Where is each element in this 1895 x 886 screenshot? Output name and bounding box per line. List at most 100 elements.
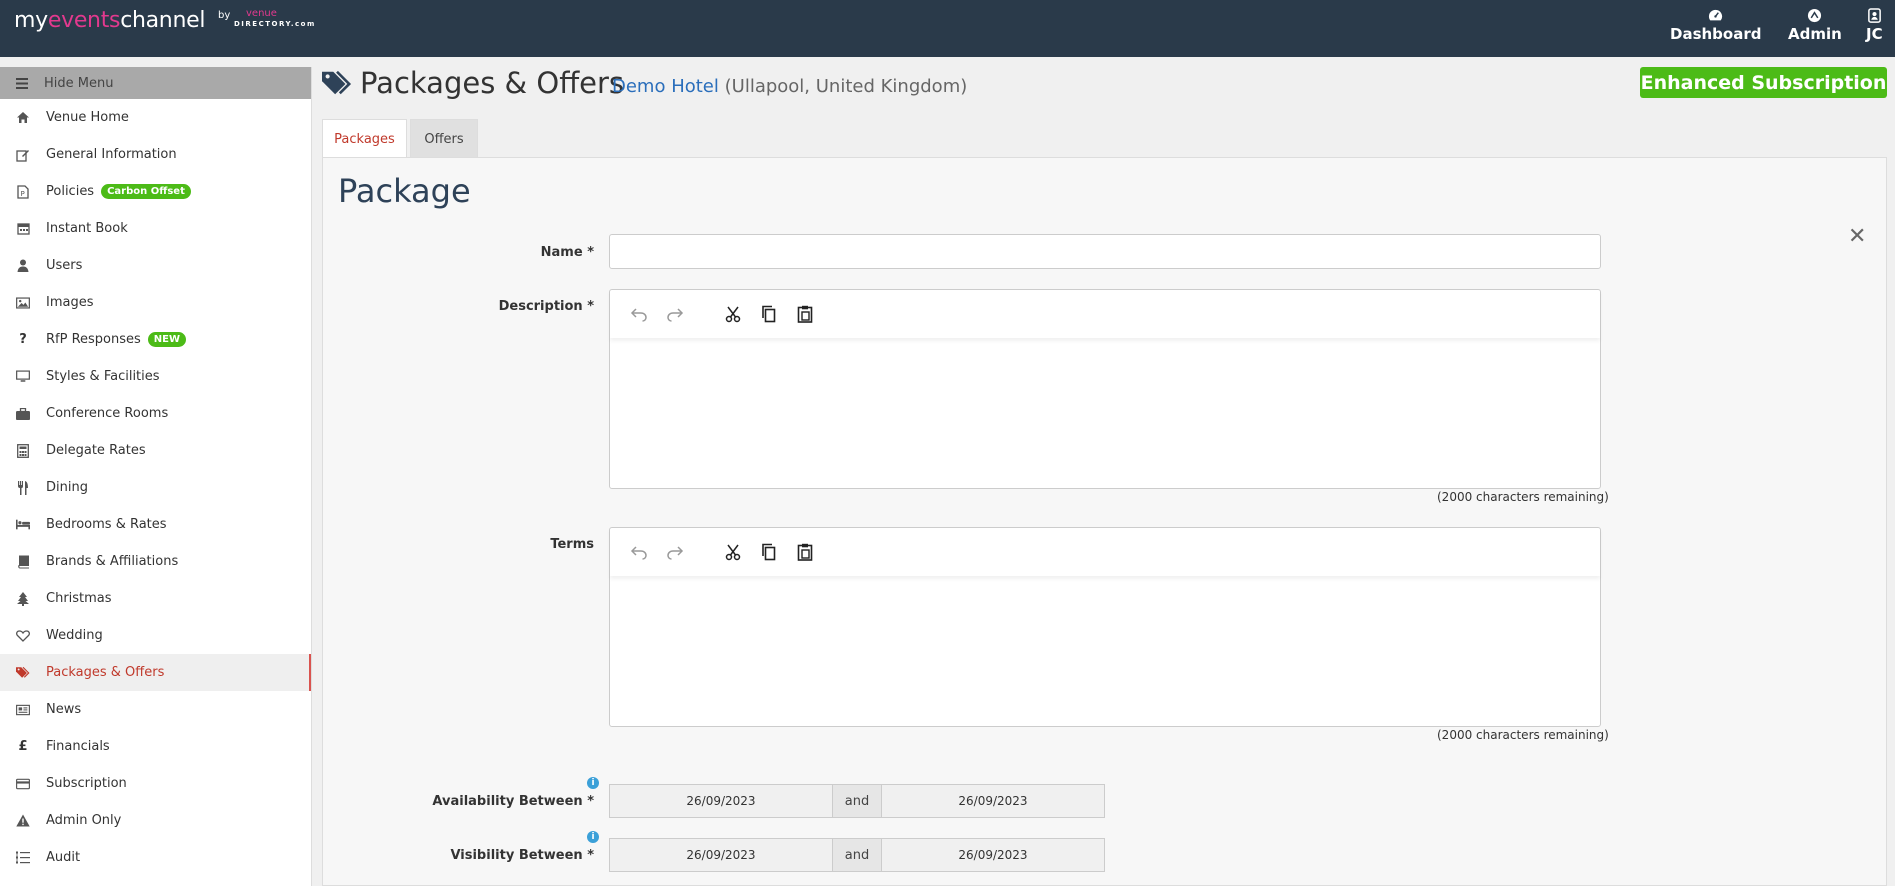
sidebar-item-dining[interactable]: Dining [0, 469, 311, 506]
venue-name-link[interactable]: Demo Hotel [612, 76, 719, 97]
redo-icon[interactable] [664, 541, 686, 563]
tags-icon [16, 666, 30, 680]
sidebar-item-label: News [46, 702, 82, 717]
sidebar-item-label: Delegate Rates [46, 443, 146, 458]
visibility-to-input[interactable]: 26/09/2023 [881, 838, 1105, 872]
gauge-icon [1709, 9, 1723, 21]
copy-icon[interactable] [758, 541, 780, 563]
briefcase-icon [16, 407, 30, 421]
list-icon [16, 851, 30, 865]
venue-location: (Ullapool, United Kingdom) [724, 76, 968, 97]
name-label: Name * [540, 245, 594, 260]
availability-label: Availability Between * [432, 794, 594, 809]
sidebar-item-label: General Information [46, 147, 177, 162]
undo-icon[interactable] [628, 541, 650, 563]
terms-toolbar [610, 528, 1600, 576]
tab-packages[interactable]: Packages [322, 119, 407, 158]
subscription-badge[interactable]: Enhanced Subscription [1640, 67, 1887, 98]
redo-icon[interactable] [664, 303, 686, 325]
close-icon[interactable]: ✕ [1848, 224, 1866, 249]
sidebar-item-audit[interactable]: Audit [0, 839, 311, 876]
sidebar-item-label: Styles & Facilities [46, 369, 160, 384]
bed-icon [16, 518, 30, 532]
home-icon [16, 111, 30, 125]
calendar-icon [16, 222, 30, 236]
sidebar-item-subscription[interactable]: Subscription [0, 765, 311, 802]
paste-icon[interactable] [794, 303, 816, 325]
sidebar-item-styles-facilities[interactable]: Styles & Facilities [0, 358, 311, 395]
description-char-counter: (2000 characters remaining) [1437, 490, 1609, 504]
sidebar-item-news[interactable]: News [0, 691, 311, 728]
sidebar-item-images[interactable]: Images [0, 284, 311, 321]
book-icon [16, 555, 30, 569]
terms-char-counter: (2000 characters remaining) [1437, 728, 1609, 742]
undo-icon[interactable] [628, 303, 650, 325]
document-icon: P [16, 184, 30, 199]
availability-info-icon[interactable]: i [587, 777, 599, 789]
sidebar-item-financials[interactable]: £ Financials [0, 728, 311, 765]
warning-icon [16, 814, 30, 828]
tree-icon [16, 591, 30, 606]
nav-admin-label: Admin [1788, 25, 1842, 43]
sidebar-item-label: Brands & Affiliations [46, 554, 179, 569]
sidebar-item-users[interactable]: Users [0, 247, 311, 284]
sidebar-item-delegate-rates[interactable]: Delegate Rates [0, 432, 311, 469]
logo-by-venuedirectory: by venue DIRECTORY.com [218, 8, 314, 28]
sidebar: Hide Menu Venue Home General Information… [0, 67, 312, 886]
sidebar-item-label: Venue Home [46, 110, 129, 125]
cut-icon[interactable] [722, 303, 744, 325]
edit-icon [16, 148, 30, 162]
visibility-from-input[interactable]: 26/09/2023 [609, 838, 833, 872]
sidebar-item-admin-only[interactable]: Admin Only [0, 802, 311, 839]
sidebar-item-conference-rooms[interactable]: Conference Rooms [0, 395, 311, 432]
sidebar-item-label: Subscription [46, 776, 127, 791]
nav-admin[interactable]: Admin [1788, 8, 1842, 43]
sidebar-item-wedding[interactable]: Wedding [0, 617, 311, 654]
visibility-label: Visibility Between * [450, 848, 594, 863]
sidebar-item-venue-home[interactable]: Venue Home [0, 99, 311, 136]
cut-icon[interactable] [722, 541, 744, 563]
page-title: Packages & Offers [360, 66, 625, 100]
user-badge-icon [1867, 8, 1881, 23]
sidebar-item-policies[interactable]: P Policies Carbon Offset [0, 173, 311, 210]
copy-icon[interactable] [758, 303, 780, 325]
monitor-icon [16, 370, 30, 384]
terms-editor[interactable] [609, 527, 1601, 727]
description-editor[interactable] [609, 289, 1601, 489]
tab-offers[interactable]: Offers [410, 119, 478, 158]
availability-from-input[interactable]: 26/09/2023 [609, 784, 833, 818]
heart-icon [16, 629, 30, 643]
hide-menu-button[interactable]: Hide Menu [0, 67, 311, 99]
sidebar-item-label: Admin Only [46, 813, 122, 828]
nav-user[interactable]: JC [1866, 8, 1883, 43]
sidebar-item-bedrooms-rates[interactable]: Bedrooms & Rates [0, 506, 311, 543]
hide-menu-label: Hide Menu [44, 75, 114, 91]
availability-to-input[interactable]: 26/09/2023 [881, 784, 1105, 818]
nav-dashboard[interactable]: Dashboard [1670, 8, 1761, 43]
admin-icon [1808, 8, 1822, 23]
sidebar-item-christmas[interactable]: Christmas [0, 580, 311, 617]
brand-logo[interactable]: myeventschannel [14, 8, 205, 33]
nav-user-label: JC [1866, 25, 1883, 43]
sidebar-item-brands-affiliations[interactable]: Brands & Affiliations [0, 543, 311, 580]
sidebar-item-label: Audit [46, 850, 81, 865]
sidebar-item-label: Images [46, 295, 94, 310]
tags-icon [322, 70, 352, 95]
logo-by-text: by [218, 10, 231, 21]
nav-dashboard-label: Dashboard [1670, 25, 1762, 43]
sidebar-item-label: Users [46, 258, 83, 273]
top-bar: myeventschannel by venue DIRECTORY.com D… [0, 0, 1895, 57]
sidebar-item-label: Wedding [46, 628, 103, 643]
logo-directory-text: DIRECTORY.com [234, 20, 316, 28]
sidebar-item-rfp-responses[interactable]: ? RfP Responses NEW [0, 321, 311, 358]
utensils-icon [16, 480, 30, 495]
name-input[interactable] [609, 234, 1601, 269]
user-icon [16, 259, 30, 273]
sidebar-item-general-information[interactable]: General Information [0, 136, 311, 173]
visibility-info-icon[interactable]: i [587, 831, 599, 843]
sidebar-item-instant-book[interactable]: Instant Book [0, 210, 311, 247]
paste-icon[interactable] [794, 541, 816, 563]
sidebar-item-packages-offers[interactable]: Packages & Offers [0, 654, 311, 691]
visibility-and-label: and [833, 838, 881, 872]
menu-icon [16, 77, 28, 89]
